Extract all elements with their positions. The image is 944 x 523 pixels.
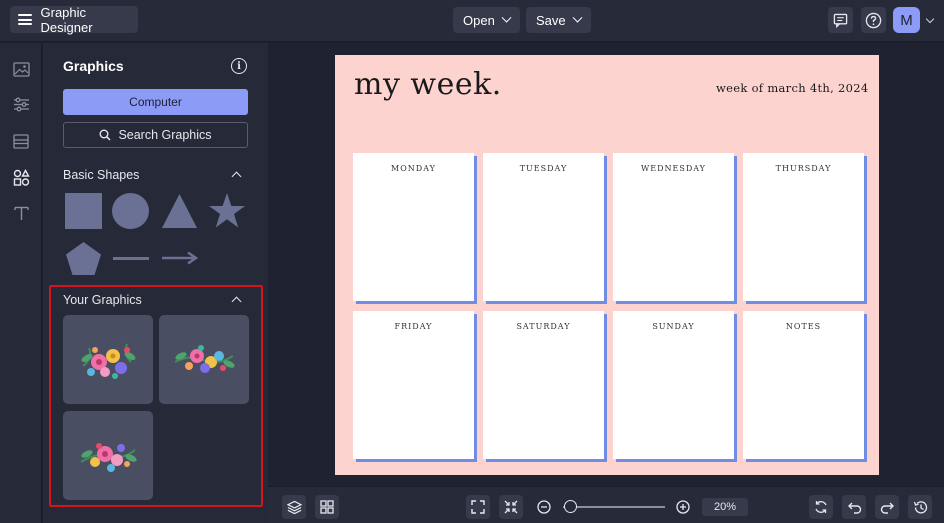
day-label: MONDAY: [391, 164, 436, 173]
zoom-out-icon[interactable]: [537, 500, 551, 514]
help-button[interactable]: [861, 7, 886, 33]
day-label: SATURDAY: [516, 322, 571, 331]
day-label: FRIDAY: [394, 322, 433, 331]
app-title: Graphic Designer: [40, 4, 93, 35]
history-button[interactable]: [908, 495, 932, 519]
chevron-down-icon: [572, 12, 583, 23]
info-icon[interactable]: i: [231, 58, 247, 74]
avatar[interactable]: M: [893, 7, 920, 33]
save-label: Save: [536, 12, 566, 28]
refresh-icon: [815, 501, 827, 513]
search-graphics-label: Search Graphics: [118, 128, 212, 142]
undo-button[interactable]: [842, 495, 866, 519]
search-icon: [99, 129, 111, 141]
panel-title: Graphics: [63, 58, 124, 74]
expand-icon: [471, 500, 485, 514]
day-label: NOTES: [785, 322, 822, 331]
redo-icon: [880, 502, 894, 514]
chevron-down-icon: [501, 12, 512, 23]
search-graphics-button[interactable]: Search Graphics: [63, 122, 248, 148]
circle-shape[interactable]: [112, 193, 149, 229]
history-icon: [913, 500, 927, 513]
day-card[interactable]: THURSDAY: [743, 153, 864, 301]
line-shape[interactable]: [113, 257, 149, 260]
layers-icon: [286, 500, 302, 514]
day-label: THURSDAY: [775, 164, 832, 173]
comment-icon: [833, 13, 848, 28]
comments-button[interactable]: [828, 7, 853, 33]
day-label: WEDNESDAY: [641, 164, 706, 173]
computer-upload-button[interactable]: Computer: [63, 89, 248, 115]
grid-icon: [320, 500, 334, 514]
undo-icon: [847, 502, 861, 514]
day-card[interactable]: FRIDAY: [353, 311, 474, 459]
planner-design[interactable]: my week. week of march 4th, 2024 MONDAY …: [335, 55, 879, 475]
help-icon: [865, 12, 882, 28]
sliders-icon[interactable]: [11, 94, 31, 114]
day-label: SUNDAY: [652, 322, 695, 331]
top-bar: Graphic Designer Open Save M: [0, 0, 944, 42]
day-card[interactable]: SUNDAY: [613, 311, 734, 459]
triangle-shape[interactable]: [161, 193, 198, 229]
day-label: TUESDAY: [519, 164, 568, 173]
zoom-in-icon[interactable]: [676, 500, 690, 514]
planner-title[interactable]: my week.: [354, 67, 502, 102]
zoom-slider-track[interactable]: [563, 506, 665, 508]
text-icon[interactable]: [11, 203, 31, 223]
chevron-down-icon[interactable]: [925, 14, 935, 24]
redo-button[interactable]: [875, 495, 899, 519]
reset-button[interactable]: [809, 495, 833, 519]
shapes-icon[interactable]: [11, 167, 31, 187]
square-shape[interactable]: [65, 193, 102, 229]
day-card[interactable]: MONDAY: [353, 153, 474, 301]
grid-button[interactable]: [315, 495, 339, 519]
menu-icon: [18, 14, 32, 25]
basic-shapes-title: Basic Shapes: [63, 168, 140, 182]
day-card[interactable]: WEDNESDAY: [613, 153, 734, 301]
arrow-shape[interactable]: [161, 251, 198, 265]
zoom-value[interactable]: 20%: [702, 498, 748, 516]
open-button[interactable]: Open: [453, 7, 520, 33]
planner-subtitle[interactable]: week of march 4th, 2024: [716, 81, 869, 95]
star-shape[interactable]: [208, 192, 246, 229]
zoom-slider-handle[interactable]: [564, 500, 577, 513]
save-button[interactable]: Save: [526, 7, 591, 33]
layout-icon[interactable]: [11, 131, 31, 151]
open-label: Open: [463, 12, 495, 28]
bottom-toolbar: 20%: [268, 486, 944, 523]
chevron-up-icon[interactable]: [231, 171, 242, 182]
collapse-icon: [504, 500, 518, 514]
notes-card[interactable]: NOTES: [743, 311, 864, 459]
day-card[interactable]: TUESDAY: [483, 153, 604, 301]
fit-screen-button[interactable]: [466, 495, 490, 519]
app-menu-button[interactable]: Graphic Designer: [10, 4, 138, 35]
image-icon[interactable]: [11, 59, 31, 79]
tool-rail: [0, 43, 42, 523]
day-card[interactable]: SATURDAY: [483, 311, 604, 459]
shrink-button[interactable]: [499, 495, 523, 519]
your-graphics-highlight: [49, 285, 263, 507]
pentagon-shape[interactable]: [65, 241, 102, 276]
layers-button[interactable]: [282, 495, 306, 519]
